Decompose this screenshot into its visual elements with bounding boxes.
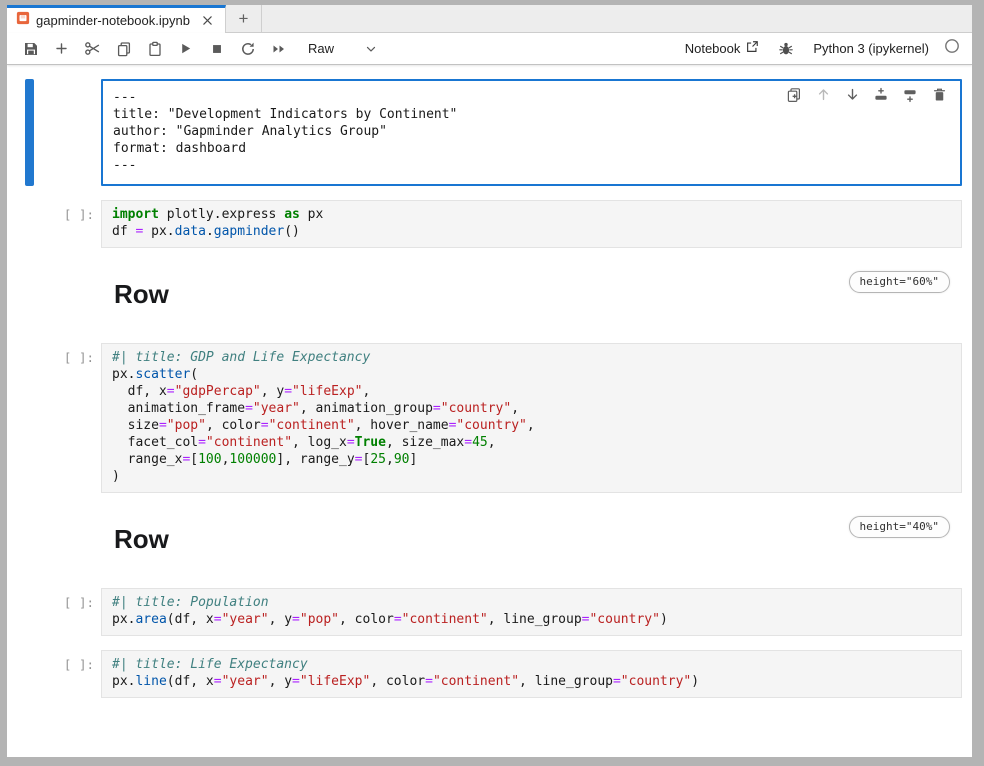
move-down-icon	[845, 87, 860, 105]
kernel-name[interactable]: Python 3 (ipykernel)	[813, 41, 929, 56]
notebook-link-label: Notebook	[685, 41, 741, 56]
kernel-status-indicator[interactable]	[944, 38, 960, 59]
tab-label: gapminder-notebook.ipynb	[36, 13, 190, 28]
cell-type-dropdown[interactable]: Raw	[308, 41, 378, 56]
duplicate-cell-button[interactable]	[783, 85, 805, 107]
cell-collapser[interactable]	[25, 79, 34, 186]
new-tab-icon: +	[238, 10, 248, 27]
notebook-toolbar: Raw Notebook Python 3 (ipykernel)	[7, 33, 972, 65]
row-heading: Row	[114, 279, 962, 310]
code-cell-source[interactable]: #| title: GDP and Life Expectancypx.scat…	[112, 349, 961, 485]
height-badge: height="60%"	[849, 271, 950, 293]
row-heading: Row	[114, 524, 962, 555]
markdown-cell-rendered: height="60%" Row	[101, 265, 962, 327]
cell-prompt: [ ]:	[34, 343, 101, 493]
copy-icon	[116, 41, 132, 57]
add-cell-icon	[54, 41, 69, 56]
cell-toolbar	[783, 85, 950, 107]
cell-prompt	[34, 510, 101, 572]
cell-prompt	[34, 265, 101, 327]
code-cell-source[interactable]: import plotly.express as pxdf = px.data.…	[112, 206, 961, 240]
notebook-window-link[interactable]: Notebook	[685, 40, 760, 57]
insert-above-icon	[873, 87, 889, 106]
tab-bar: gapminder-notebook.ipynb +	[7, 5, 972, 33]
cell-imports[interactable]: [ ]: import plotly.express as pxdf = px.…	[7, 200, 972, 248]
height-badge: height="40%"	[849, 516, 950, 538]
insert-cell-button[interactable]	[48, 36, 75, 62]
cut-icon	[84, 40, 101, 57]
cell-prompt: [ ]:	[34, 650, 101, 698]
restart-kernel-button[interactable]	[234, 36, 261, 62]
cell-frontmatter[interactable]: ---title: "Development Indicators by Con…	[7, 79, 972, 186]
cell-collapser[interactable]	[25, 265, 34, 327]
jupyterlab-window: gapminder-notebook.ipynb +	[7, 5, 972, 757]
move-up-icon	[816, 87, 831, 105]
interrupt-kernel-button[interactable]	[203, 36, 230, 62]
insert-below-icon	[902, 87, 918, 106]
paste-cells-button[interactable]	[141, 36, 168, 62]
cell-row-heading-2[interactable]: height="40%" Row	[7, 510, 972, 572]
move-cell-down-button[interactable]	[841, 85, 863, 107]
cell-collapser[interactable]	[25, 588, 34, 636]
code-cell-source[interactable]: #| title: Populationpx.area(df, x="year"…	[112, 594, 961, 628]
markdown-cell-rendered: height="40%" Row	[101, 510, 962, 572]
save-button[interactable]	[17, 36, 44, 62]
restart-run-all-button[interactable]	[265, 36, 292, 62]
copy-cells-button[interactable]	[110, 36, 137, 62]
raw-cell-editor[interactable]: ---title: "Development Indicators by Con…	[101, 79, 962, 186]
new-tab-button[interactable]: +	[226, 5, 262, 32]
cell-prompt	[34, 79, 101, 186]
delete-cell-icon	[932, 87, 947, 105]
insert-cell-above-button[interactable]	[870, 85, 892, 107]
save-icon	[23, 41, 39, 57]
delete-cell-button[interactable]	[928, 85, 950, 107]
close-icon[interactable]	[200, 13, 216, 29]
cell-row-heading-1[interactable]: height="60%" Row	[7, 265, 972, 327]
run-all-icon	[271, 41, 287, 57]
tab-gapminder-notebook[interactable]: gapminder-notebook.ipynb	[7, 5, 226, 33]
run-cell-button[interactable]	[172, 36, 199, 62]
code-cell-source[interactable]: #| title: Life Expectancypx.line(df, x="…	[112, 656, 961, 690]
cell-population[interactable]: [ ]: #| title: Populationpx.area(df, x="…	[7, 588, 972, 636]
move-cell-up-button[interactable]	[812, 85, 834, 107]
notebook-panel: ---title: "Development Indicators by Con…	[7, 65, 972, 757]
code-cell-editor[interactable]: #| title: GDP and Life Expectancypx.scat…	[101, 343, 962, 493]
kernel-status-icon	[944, 38, 960, 59]
cut-cells-button[interactable]	[79, 36, 106, 62]
restart-icon	[240, 41, 256, 57]
cell-collapser[interactable]	[25, 510, 34, 572]
cell-collapser[interactable]	[25, 343, 34, 493]
cell-gdp-life-expectancy[interactable]: [ ]: #| title: GDP and Life Expectancypx…	[7, 343, 972, 493]
run-icon	[178, 41, 193, 56]
stop-icon	[210, 42, 224, 56]
cell-prompt: [ ]:	[34, 200, 101, 248]
duplicate-cell-icon	[786, 87, 802, 106]
code-cell-editor[interactable]: #| title: Populationpx.area(df, x="year"…	[101, 588, 962, 636]
debugger-button[interactable]	[776, 36, 796, 62]
insert-cell-below-button[interactable]	[899, 85, 921, 107]
external-link-icon	[745, 40, 759, 57]
code-cell-editor[interactable]: import plotly.express as pxdf = px.data.…	[101, 200, 962, 248]
toolbar-right-group: Notebook Python 3 (ipykernel)	[685, 36, 960, 62]
code-cell-editor[interactable]: #| title: Life Expectancypx.line(df, x="…	[101, 650, 962, 698]
paste-icon	[147, 41, 163, 57]
chevron-down-icon	[364, 42, 378, 56]
cell-prompt: [ ]:	[34, 588, 101, 636]
cell-life-expectancy[interactable]: [ ]: #| title: Life Expectancypx.line(df…	[7, 650, 972, 698]
bug-icon	[778, 41, 794, 57]
cell-type-value: Raw	[308, 41, 334, 56]
cell-collapser[interactable]	[25, 650, 34, 698]
cell-collapser[interactable]	[25, 200, 34, 248]
notebook-file-icon	[16, 11, 30, 30]
